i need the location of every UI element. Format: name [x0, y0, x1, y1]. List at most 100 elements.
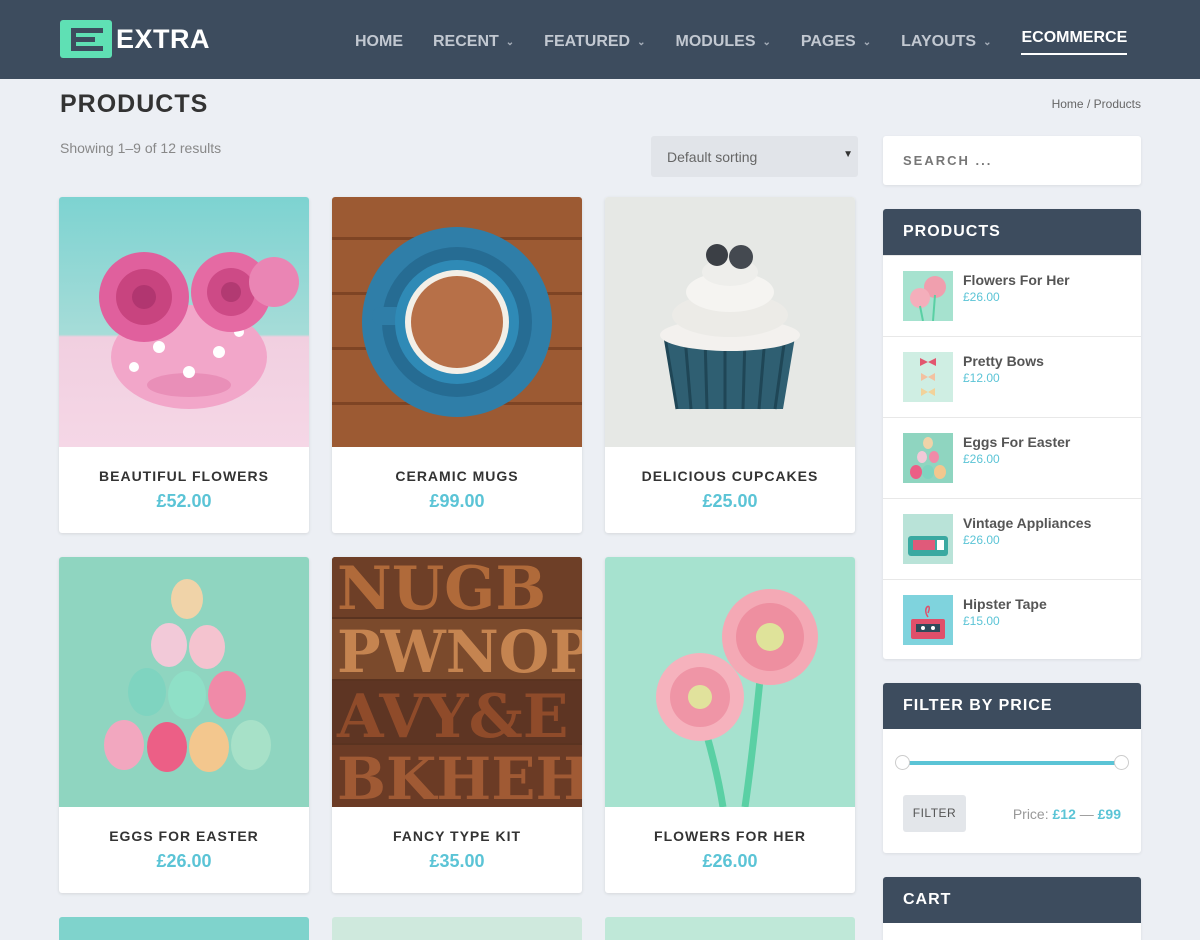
list-item-name[interactable]: Flowers For Her [963, 272, 1070, 288]
logo-text: EXTRA [116, 23, 211, 54]
product-thumbnail[interactable] [903, 514, 953, 564]
range-dash: — [1079, 806, 1094, 822]
sort-select[interactable]: Default sorting ▼ [651, 136, 858, 177]
cart-widget: CART [883, 877, 1141, 940]
price-range-slider[interactable] [895, 755, 1129, 770]
price-label: Price: [1012, 806, 1049, 822]
price-range-label: Price: £12 — £99 [1013, 806, 1121, 822]
product-name[interactable]: FLOWERS FOR HER [605, 828, 855, 844]
nav-label: RECENT [433, 33, 499, 50]
chevron-down-icon: ⌄ [983, 36, 992, 48]
svg-text:NUGB: NUGB [337, 557, 546, 624]
search-input[interactable]: SEARCH ... [883, 136, 1141, 185]
svg-text:BKHEH: BKHEH [337, 745, 582, 807]
letterpress-type-image: NUGB PWNOP AVY&E BKHEH [332, 557, 582, 807]
list-item[interactable]: Hipster Tape £15.00 [883, 579, 1141, 659]
product-card-partial[interactable] [332, 917, 582, 940]
chevron-down-icon: ⌄ [637, 36, 646, 48]
product-price: £99.00 [429, 491, 485, 511]
site-header: EXTRA HOME RECENT ⌄ FEATURED ⌄ MODULES ⌄ PA… [0, 0, 1200, 79]
product-card[interactable]: DELICIOUS CUPCAKES £25.00 [605, 197, 855, 533]
product-image[interactable] [59, 197, 309, 447]
list-item-name[interactable]: Vintage Appliances [963, 515, 1091, 531]
cupcake-image [605, 197, 855, 447]
product-name[interactable]: FANCY TYPE KIT [332, 828, 582, 844]
product-thumbnail[interactable] [903, 352, 953, 402]
list-item-price: £26.00 [963, 452, 1000, 466]
list-item-price: £26.00 [963, 533, 1000, 547]
product-card[interactable]: CERAMIC MUGS £99.00 [332, 197, 582, 533]
product-price: £26.00 [156, 851, 212, 871]
caret-down-icon: ▼ [843, 149, 853, 160]
nav-featured[interactable]: FEATURED ⌄ [544, 29, 645, 55]
nav-recent[interactable]: RECENT ⌄ [433, 29, 514, 55]
svg-text:AVY&E: AVY&E [336, 682, 568, 752]
product-image[interactable] [605, 197, 855, 447]
list-item-price: £12.00 [963, 371, 1000, 385]
nav-label: ECOMMERCE [1021, 29, 1128, 46]
product-card-partial[interactable] [605, 917, 855, 940]
page-title: PRODUCTS [60, 90, 209, 118]
product-name[interactable]: BEAUTIFUL FLOWERS [59, 468, 309, 484]
chevron-down-icon: ⌄ [862, 36, 872, 48]
chevron-down-icon: ⌄ [762, 36, 771, 48]
product-image[interactable]: NUGB PWNOP AVY&E BKHEH [332, 557, 582, 807]
product-card[interactable]: FLOWERS FOR HER £26.00 [605, 557, 855, 893]
nav-layouts[interactable]: LAYOUTS ⌄ [901, 29, 991, 55]
list-item-name[interactable]: Hipster Tape [963, 596, 1047, 612]
product-card[interactable]: EGGS FOR EASTER £26.00 [59, 557, 309, 893]
list-item-price: £15.00 [963, 614, 1000, 628]
sort-value: Default sorting [667, 149, 758, 165]
logo-icon [60, 20, 112, 58]
breadcrumb-home-link[interactable]: Home [1052, 97, 1084, 111]
result-count: Showing 1–9 of 12 results [60, 140, 222, 156]
nav-modules[interactable]: MODULES ⌄ [675, 29, 770, 55]
product-thumbnail[interactable] [903, 595, 953, 645]
product-thumbnail[interactable] [903, 271, 953, 321]
product-price: £35.00 [429, 851, 485, 871]
product-price: £26.00 [702, 851, 758, 871]
nav-label: LAYOUTS [901, 33, 977, 50]
list-item-name[interactable]: Pretty Bows [963, 353, 1044, 369]
product-image[interactable] [605, 557, 855, 807]
widget-title: FILTER BY PRICE [883, 683, 1141, 729]
product-thumbnail[interactable] [903, 433, 953, 483]
product-name[interactable]: DELICIOUS CUPCAKES [605, 468, 855, 484]
main-nav: HOME RECENT ⌄ FEATURED ⌄ MODULES ⌄ PAGES ⌄ L… [355, 29, 1128, 55]
product-image[interactable] [332, 197, 582, 447]
product-price: £25.00 [702, 491, 758, 511]
list-item-name[interactable]: Eggs For Easter [963, 434, 1070, 450]
coffee-cup-image [332, 197, 582, 447]
filter-button[interactable]: FILTER [903, 795, 966, 832]
widget-title: PRODUCTS [883, 209, 1141, 255]
nav-home[interactable]: HOME [355, 29, 403, 55]
product-name[interactable]: EGGS FOR EASTER [59, 828, 309, 844]
min-price-value: £12 [1052, 806, 1076, 822]
breadcrumb-current: Products [1093, 97, 1141, 111]
list-item-price: £26.00 [963, 290, 1000, 304]
product-name[interactable]: CERAMIC MUGS [332, 468, 582, 484]
product-card[interactable]: BEAUTIFUL FLOWERS £52.00 [59, 197, 309, 533]
nav-label: MODULES [675, 33, 756, 50]
chevron-down-icon: ⌄ [505, 36, 515, 48]
max-price-value: £99 [1097, 806, 1121, 822]
site-logo[interactable]: EXTRA [60, 20, 210, 58]
product-price: £52.00 [156, 491, 212, 511]
list-item[interactable]: Vintage Appliances £26.00 [883, 498, 1141, 579]
nav-label: PAGES [800, 33, 856, 50]
product-image[interactable] [59, 557, 309, 807]
max-price-handle[interactable] [1114, 755, 1129, 770]
svg-text:PWNOP: PWNOP [337, 618, 582, 686]
list-item[interactable]: Eggs For Easter £26.00 [883, 417, 1141, 498]
nav-ecommerce[interactable]: ECOMMERCE [1021, 29, 1128, 55]
list-item[interactable]: Pretty Bows £12.00 [883, 336, 1141, 417]
product-card-partial[interactable] [59, 917, 309, 940]
min-price-handle[interactable] [895, 755, 910, 770]
list-item[interactable]: Flowers For Her £26.00 [883, 255, 1141, 336]
product-card[interactable]: NUGB PWNOP AVY&E BKHEH FANCY TYPE KIT £3… [332, 557, 582, 893]
breadcrumb-separator: / [1086, 97, 1091, 111]
pink-roses-image [59, 197, 309, 447]
nav-pages[interactable]: PAGES ⌄ [801, 29, 871, 55]
price-filter-widget: FILTER BY PRICE FILTER Price: £12 — £99 [883, 683, 1141, 853]
nav-label: HOME [355, 33, 403, 50]
